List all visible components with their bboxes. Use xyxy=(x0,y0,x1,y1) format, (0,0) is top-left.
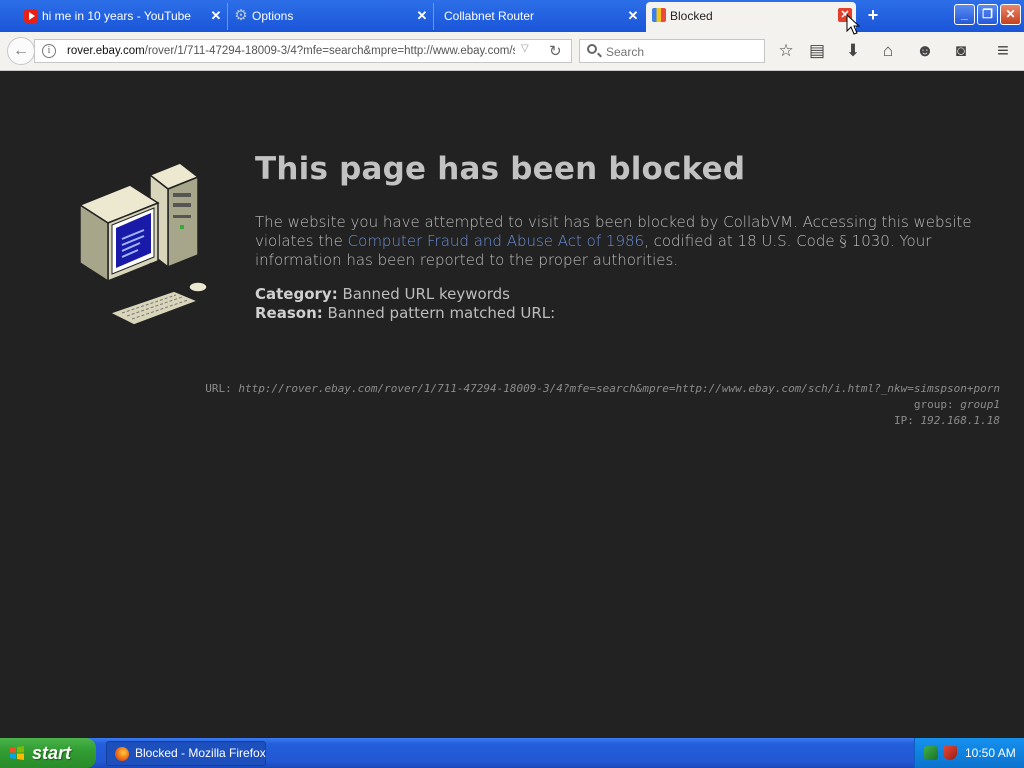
url-dropdown-icon[interactable]: ▽ xyxy=(521,43,529,54)
diag-url-value: http://rover.ebay.com/rover/1/711-47294-… xyxy=(238,382,1000,395)
minimize-button[interactable]: _ xyxy=(954,4,975,25)
url-text[interactable]: rover.ebay.com/rover/1/711-47294-18009-3… xyxy=(67,40,515,62)
tab-title: hi me in 10 years - YouTube xyxy=(42,9,191,23)
tab-blocked[interactable]: Blocked ✕ xyxy=(646,2,856,32)
law-link[interactable]: Computer Fraud and Abuse Act of 1986 xyxy=(348,232,644,250)
taskbar-item-firefox[interactable]: Blocked - Mozilla Firefox xyxy=(106,741,266,766)
reload-icon[interactable]: ↻ xyxy=(549,42,562,60)
system-tray: 10:50 AM xyxy=(914,738,1024,768)
tab-collabnet-router[interactable]: Collabnet Router ✕ xyxy=(434,3,644,30)
block-message: The website you have attempted to visit … xyxy=(255,213,995,270)
block-details: Category: Banned URL keywords Reason: Ba… xyxy=(255,285,955,323)
tab-close-icon[interactable]: ✕ xyxy=(626,9,640,23)
network-tray-icon[interactable] xyxy=(924,746,938,760)
chat-smiley-icon[interactable]: ☻ xyxy=(914,40,936,62)
windows-logo-icon xyxy=(10,746,24,760)
pocket-icon[interactable]: ◙ xyxy=(950,40,972,62)
maximize-button[interactable]: ❐ xyxy=(977,4,998,25)
search-bar[interactable] xyxy=(579,39,765,63)
page-title: This page has been blocked xyxy=(255,151,746,187)
navigation-toolbar: ← i rover.ebay.com/rover/1/711-47294-180… xyxy=(0,32,1024,71)
bookmarks-list-icon[interactable]: ▤ xyxy=(806,40,828,62)
hamburger-menu-icon[interactable]: ≡ xyxy=(992,40,1014,62)
diag-group-row: group: group1 xyxy=(205,397,1000,413)
category-value: Banned URL keywords xyxy=(342,285,510,303)
tab-options[interactable]: ⚙ Options ✕ xyxy=(228,3,434,30)
category-label: Category: xyxy=(255,285,338,303)
mouse-cursor-icon xyxy=(846,14,860,35)
diag-url-row: URL: http://rover.ebay.com/rover/1/711-4… xyxy=(205,381,1000,397)
url-host: rover.ebay.com xyxy=(67,45,145,57)
page-content: This page has been blocked The website y… xyxy=(0,71,1024,737)
diag-ip-label: IP: xyxy=(894,414,914,427)
gear-icon: ⚙ xyxy=(234,7,248,24)
reason-value: Banned pattern matched URL: xyxy=(327,304,556,322)
search-input[interactable] xyxy=(604,42,758,62)
start-label: start xyxy=(32,743,72,763)
home-icon[interactable]: ⌂ xyxy=(877,40,899,62)
close-window-button[interactable]: ✕ xyxy=(1000,4,1021,25)
taskbar-item-label: Blocked - Mozilla Firefox xyxy=(135,746,266,760)
shopping-bag-icon xyxy=(652,8,666,22)
reason-label: Reason: xyxy=(255,304,323,322)
start-button[interactable]: start xyxy=(0,738,96,768)
tab-youtube[interactable]: hi me in 10 years - YouTube ✕ xyxy=(18,3,228,30)
search-icon xyxy=(587,44,597,54)
firefox-icon xyxy=(115,747,129,761)
url-bar[interactable]: i rover.ebay.com/rover/1/711-47294-18009… xyxy=(34,39,572,63)
back-button[interactable]: ← xyxy=(7,37,35,65)
tab-title: Collabnet Router xyxy=(444,9,535,23)
diagnostic-info: URL: http://rover.ebay.com/rover/1/711-4… xyxy=(205,381,1000,429)
diag-ip-row: IP: 192.168.1.18 xyxy=(205,413,1000,429)
download-icon[interactable]: ⬇ xyxy=(842,40,864,62)
category-row: Category: Banned URL keywords xyxy=(255,285,955,304)
diag-group-value: group1 xyxy=(960,398,1000,411)
url-path: /rover/1/711-47294-18009-3/4?mfe=search&… xyxy=(144,45,515,57)
new-tab-button[interactable]: + xyxy=(864,6,882,24)
bookmark-star-icon[interactable]: ☆ xyxy=(775,40,797,62)
clock: 10:50 AM xyxy=(965,746,1016,760)
youtube-icon xyxy=(24,9,38,23)
tab-bar: hi me in 10 years - YouTube ✕ ⚙ Options … xyxy=(0,0,1024,32)
info-icon[interactable]: i xyxy=(42,44,56,58)
security-shield-icon[interactable] xyxy=(943,746,957,760)
reason-row: Reason: Banned pattern matched URL: xyxy=(255,304,955,323)
diag-group-label: group: xyxy=(913,398,954,411)
taskbar: start Blocked - Mozilla Firefox 10:50 AM xyxy=(0,738,1024,768)
diag-ip-value: 192.168.1.18 xyxy=(920,414,1000,427)
tab-close-icon[interactable]: ✕ xyxy=(415,9,429,23)
tab-title: Blocked xyxy=(670,9,713,23)
tab-title: Options xyxy=(252,9,294,23)
tab-close-icon[interactable]: ✕ xyxy=(209,9,223,23)
computer-icon xyxy=(78,163,208,326)
diag-url-label: URL: xyxy=(205,382,232,395)
